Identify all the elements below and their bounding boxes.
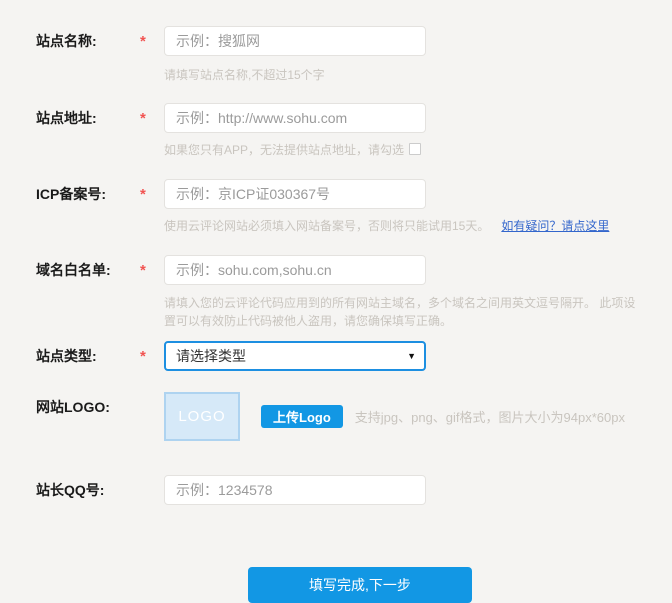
webmaster-qq-field (164, 475, 636, 505)
site-name-input[interactable] (164, 26, 426, 56)
domain-whitelist-help: 请填入您的云评论代码应用到的所有网站主域名，多个域名之间用英文逗号隔开。 此项设… (164, 294, 636, 330)
site-name-help: 请填写站点名称,不超过15个字 (164, 66, 636, 84)
site-type-select[interactable]: 请选择类型 ▼ (164, 341, 426, 371)
form-row-icp-number: ICP备案号: * 使用云评论网站必须填入网站备案号，否则将只能试用15天。如有… (0, 179, 672, 235)
app-only-checkbox[interactable] (409, 143, 421, 155)
logo-format-note: 支持jpg、png、gif格式，图片大小为94px*60px (355, 407, 625, 426)
domain-whitelist-label: 域名白名单: (0, 255, 136, 285)
icp-number-help-text: 使用云评论网站必须填入网站备案号，否则将只能试用15天。 (164, 219, 489, 233)
form-row-site-name: 站点名称: * 请填写站点名称,不超过15个字 (0, 26, 672, 84)
form-row-webmaster-qq: 站长QQ号: (0, 475, 672, 505)
site-address-input[interactable] (164, 103, 426, 133)
site-type-label: 站点类型: (0, 341, 136, 371)
form-row-site-address: 站点地址: * 如果您只有APP，无法提供站点地址，请勾选 (0, 103, 672, 159)
icp-number-help: 使用云评论网站必须填入网站备案号，否则将只能试用15天。如有疑问？请点这里 (164, 217, 636, 235)
required-asterisk: * (136, 255, 164, 287)
form-row-domain-whitelist: 域名白名单: * 请填入您的云评论代码应用到的所有网站主域名，多个域名之间用英文… (0, 255, 672, 330)
webmaster-qq-input[interactable] (164, 475, 426, 505)
form-row-website-logo: 网站LOGO: LOGO 上传Logo 支持jpg、png、gif格式，图片大小… (0, 392, 672, 441)
site-address-label: 站点地址: (0, 103, 136, 133)
icp-number-label: ICP备案号: (0, 179, 136, 209)
required-asterisk: * (136, 103, 164, 135)
logo-placeholder-text: LOGO (178, 408, 225, 425)
submit-next-button[interactable]: 填写完成,下一步 (248, 567, 472, 603)
form-row-site-type: 站点类型: * 请选择类型 ▼ (0, 341, 672, 373)
icp-number-input[interactable] (164, 179, 426, 209)
required-asterisk: * (136, 179, 164, 211)
site-type-field: 请选择类型 ▼ (164, 341, 636, 371)
icp-question-link[interactable]: 如有疑问？请点这里 (501, 219, 609, 233)
required-asterisk: * (136, 26, 164, 58)
logo-preview-box: LOGO (164, 392, 240, 441)
site-name-label: 站点名称: (0, 26, 136, 56)
domain-whitelist-field: 请填入您的云评论代码应用到的所有网站主域名，多个域名之间用英文逗号隔开。 此项设… (164, 255, 636, 330)
website-logo-label: 网站LOGO: (0, 392, 136, 422)
site-type-selected-value: 请选择类型 (166, 346, 246, 366)
upload-logo-button[interactable]: 上传Logo (261, 405, 343, 428)
icp-number-field: 使用云评论网站必须填入网站备案号，否则将只能试用15天。如有疑问？请点这里 (164, 179, 636, 235)
webmaster-qq-label: 站长QQ号: (0, 475, 136, 505)
site-address-field: 如果您只有APP，无法提供站点地址，请勾选 (164, 103, 636, 159)
site-address-help-text: 如果您只有APP，无法提供站点地址，请勾选 (164, 143, 404, 157)
website-logo-field: LOGO 上传Logo 支持jpg、png、gif格式，图片大小为94px*60… (164, 392, 636, 441)
dropdown-arrow-icon: ▼ (407, 351, 416, 361)
required-asterisk: * (136, 341, 164, 373)
site-name-field: 请填写站点名称,不超过15个字 (164, 26, 636, 84)
site-settings-form: 站点名称: * 请填写站点名称,不超过15个字 站点地址: * 如果您只有APP… (0, 0, 672, 603)
domain-whitelist-input[interactable] (164, 255, 426, 285)
site-address-help: 如果您只有APP，无法提供站点地址，请勾选 (164, 141, 636, 159)
